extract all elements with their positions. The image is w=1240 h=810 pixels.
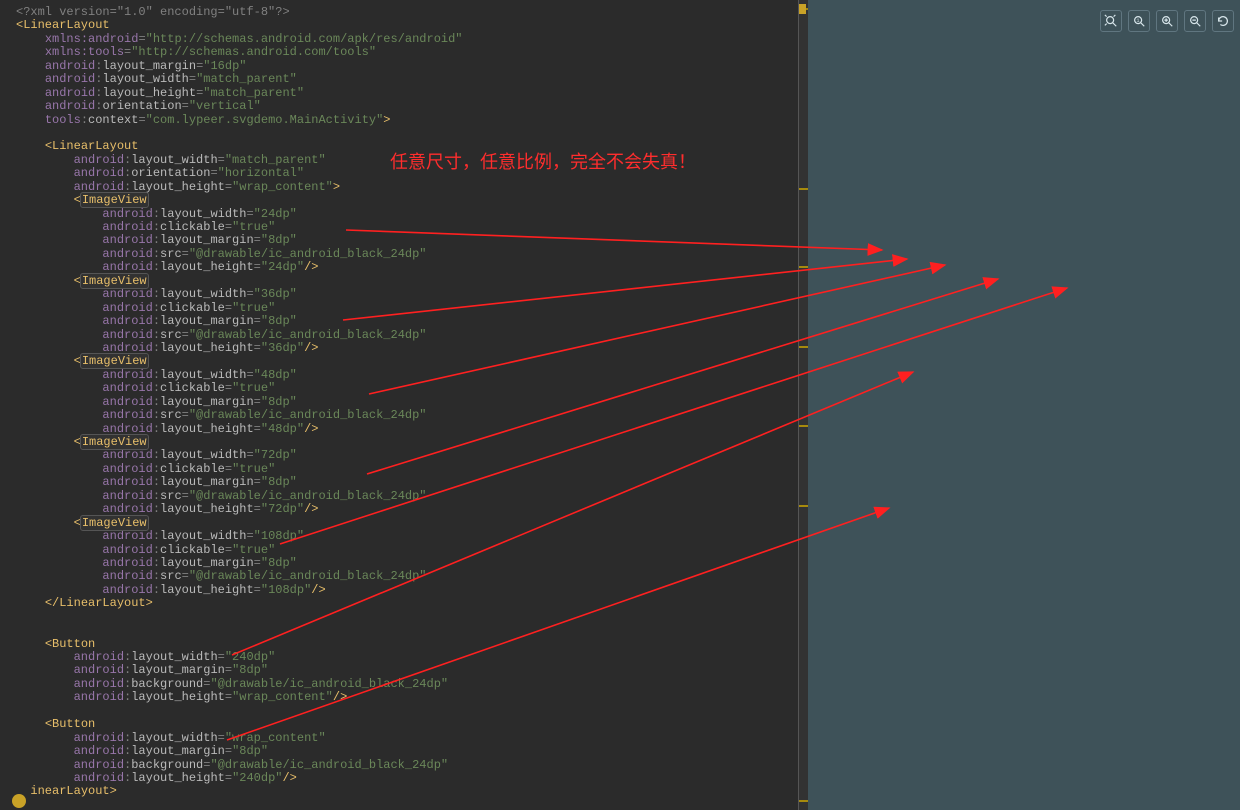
refresh-icon[interactable] bbox=[1212, 10, 1234, 32]
zoom-actual-icon[interactable]: 1 bbox=[1128, 10, 1150, 32]
svg-text:1: 1 bbox=[1136, 18, 1139, 24]
intention-bulb-icon[interactable] bbox=[12, 794, 26, 808]
zoom-in-icon[interactable] bbox=[1156, 10, 1178, 32]
editor-gutter bbox=[798, 0, 808, 810]
zoom-out-icon[interactable] bbox=[1184, 10, 1206, 32]
warning-stripe bbox=[799, 4, 806, 14]
overlay-annotation: 任意尺寸，任意比例，完全不会失真！ bbox=[390, 148, 696, 174]
code-editor[interactable]: <?xml version="1.0" encoding="utf-8"?><L… bbox=[0, 0, 808, 810]
zoom-fit-icon[interactable] bbox=[1100, 10, 1122, 32]
preview-toolbar: 1 bbox=[1100, 10, 1234, 32]
layout-preview: 1 6:00 SvgDemo bbox=[808, 0, 1240, 810]
